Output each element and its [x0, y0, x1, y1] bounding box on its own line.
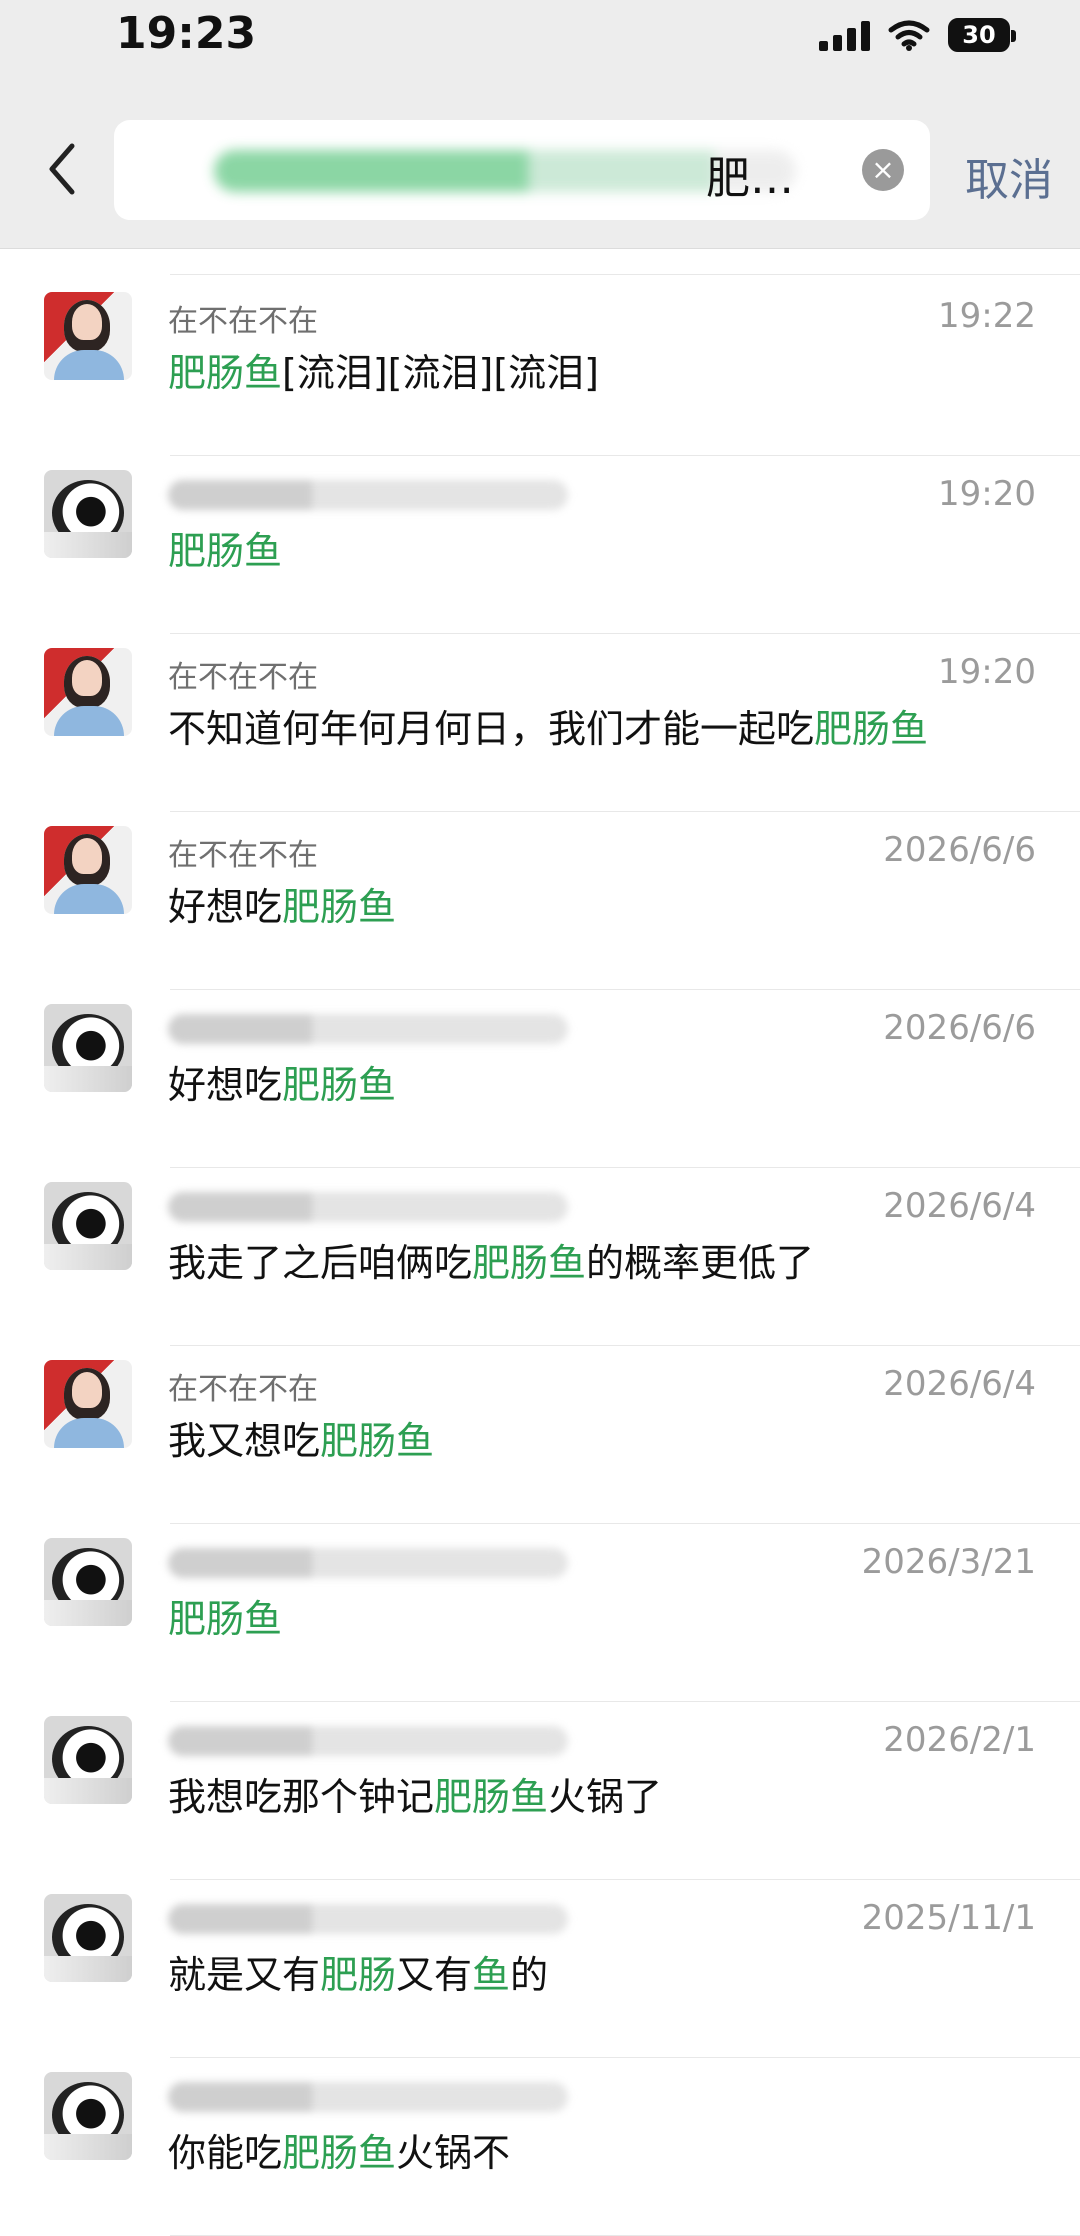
list-top-divider: [170, 274, 1080, 275]
highlighted-keyword: 肥肠鱼: [168, 1597, 283, 1641]
highlighted-keyword: 肥肠鱼: [282, 1063, 397, 1107]
status-icons: 30: [819, 18, 1016, 52]
message-segment: [流泪][流泪][流泪]: [282, 351, 599, 395]
message-segment: 的概率更低了: [586, 1241, 815, 1285]
sender-name: [168, 1726, 568, 1756]
sender-name: [168, 1548, 568, 1578]
message-time: 2026/3/21: [861, 1542, 1036, 1582]
wifi-icon: [888, 20, 930, 51]
message-segment: 好想吃: [168, 885, 283, 929]
result-row[interactable]: 在不在不在 2026/6/6 好想吃肥肠鱼: [0, 812, 1080, 990]
sender-name: [168, 1192, 568, 1222]
message-segment: 的: [510, 1953, 549, 1997]
message-text: 肥肠鱼: [168, 520, 282, 575]
highlighted-keyword: 肥肠鱼: [434, 1775, 549, 1819]
highlighted-keyword: 肥肠鱼: [320, 1419, 435, 1463]
highlighted-keyword: 肥肠鱼: [168, 351, 283, 395]
avatar: [44, 292, 132, 380]
message-time: 2026/2/1: [883, 1720, 1036, 1760]
result-row[interactable]: 2026/3/21 肥肠鱼: [0, 1524, 1080, 1702]
cancel-button[interactable]: 取消: [965, 144, 1053, 208]
message-segment: 好想吃: [168, 1063, 283, 1107]
top-bar: 19:23 30 肥… × 取消: [0, 0, 1080, 249]
message-time: 2025/11/1: [861, 1898, 1036, 1938]
message-segment: 不知道何年何月何日，我们才能一起吃: [168, 707, 815, 751]
avatar: [44, 1360, 132, 1448]
clear-search-button[interactable]: ×: [862, 149, 904, 191]
avatar: [44, 1538, 132, 1626]
avatar: [44, 648, 132, 736]
avatar: [44, 1004, 132, 1092]
search-input[interactable]: 肥… ×: [114, 120, 930, 220]
avatar: [44, 1716, 132, 1804]
message-segment: 又有: [396, 1953, 473, 1997]
avatar: [44, 826, 132, 914]
message-segment: 我想吃那个钟记: [168, 1775, 435, 1819]
signal-icon: [819, 19, 870, 51]
avatar: [44, 2072, 132, 2160]
back-button[interactable]: [44, 142, 80, 196]
search-query-visible: 肥…: [706, 153, 794, 204]
highlighted-keyword: 肥肠: [320, 1953, 397, 1997]
sender-name: [168, 1904, 568, 1934]
status-time: 19:23: [116, 8, 257, 59]
highlighted-keyword: 肥肠鱼: [814, 707, 929, 751]
sender-name: 在不在不在: [168, 838, 318, 873]
highlighted-keyword: 肥肠鱼: [282, 2131, 397, 2175]
result-row[interactable]: 2026/6/6 好想吃肥肠鱼: [0, 990, 1080, 1168]
result-row[interactable]: 2025/11/1 就是又有肥肠又有鱼的: [0, 1880, 1080, 2058]
result-row[interactable]: 2026/6/4 我走了之后咱俩吃肥肠鱼的概率更低了: [0, 1168, 1080, 1346]
message-segment: 我又想吃: [168, 1419, 321, 1463]
message-segment: 火锅不: [396, 2131, 511, 2175]
avatar: [44, 470, 132, 558]
highlighted-keyword: 肥肠鱼: [282, 885, 397, 929]
message-text: 好想吃肥肠鱼: [168, 876, 396, 931]
message-time: 2026/6/4: [883, 1186, 1036, 1226]
result-row[interactable]: 在不在不在 2026/6/4 我又想吃肥肠鱼: [0, 1346, 1080, 1524]
message-text: 就是又有肥肠又有鱼的: [168, 1944, 548, 1999]
highlighted-keyword: 肥肠鱼: [472, 1241, 587, 1285]
message-time: 19:22: [938, 296, 1036, 336]
result-row[interactable]: 在不在不在 19:22 肥肠鱼[流泪][流泪][流泪]: [0, 278, 1080, 456]
sender-name: 在不在不在: [168, 660, 318, 695]
message-text: 你能吃肥肠鱼火锅不: [168, 2122, 510, 2177]
result-row[interactable]: 2026/2/1 我想吃那个钟记肥肠鱼火锅了: [0, 1702, 1080, 1880]
message-time: 2026/6/4: [883, 1364, 1036, 1404]
avatar: [44, 1182, 132, 1270]
sender-name: [168, 1014, 568, 1044]
message-time: 19:20: [938, 474, 1036, 514]
battery-icon: 30: [948, 18, 1016, 52]
result-row[interactable]: 你能吃肥肠鱼火锅不: [0, 2058, 1080, 2236]
avatar: [44, 1894, 132, 1982]
message-text: 肥肠鱼[流泪][流泪][流泪]: [168, 342, 599, 397]
sender-name: [168, 480, 568, 510]
message-segment: 我走了之后咱俩吃: [168, 1241, 473, 1285]
highlighted-keyword: 肥肠鱼: [168, 529, 283, 573]
message-time: 2026/6/6: [883, 830, 1036, 870]
result-row[interactable]: 19:20 肥肠鱼: [0, 456, 1080, 634]
message-segment: 就是又有: [168, 1953, 321, 1997]
message-time: 2026/6/6: [883, 1008, 1036, 1048]
message-segment: 你能吃: [168, 2131, 283, 2175]
sender-name: 在不在不在: [168, 304, 318, 339]
message-text: 肥肠鱼: [168, 1588, 282, 1643]
sender-name: 在不在不在: [168, 1372, 318, 1407]
message-text: 我又想吃肥肠鱼: [168, 1410, 434, 1465]
highlighted-keyword: 鱼: [472, 1953, 511, 1997]
sender-name: [168, 2082, 568, 2112]
result-row[interactable]: 在不在不在 19:20 不知道何年何月何日，我们才能一起吃肥肠鱼: [0, 634, 1080, 812]
message-text: 我走了之后咱俩吃肥肠鱼的概率更低了: [168, 1232, 814, 1287]
message-text: 好想吃肥肠鱼: [168, 1054, 396, 1109]
message-text: 不知道何年何月何日，我们才能一起吃肥肠鱼: [168, 698, 928, 753]
message-segment: 火锅了: [548, 1775, 663, 1819]
message-text: 我想吃那个钟记肥肠鱼火锅了: [168, 1766, 662, 1821]
message-time: 19:20: [938, 652, 1036, 692]
